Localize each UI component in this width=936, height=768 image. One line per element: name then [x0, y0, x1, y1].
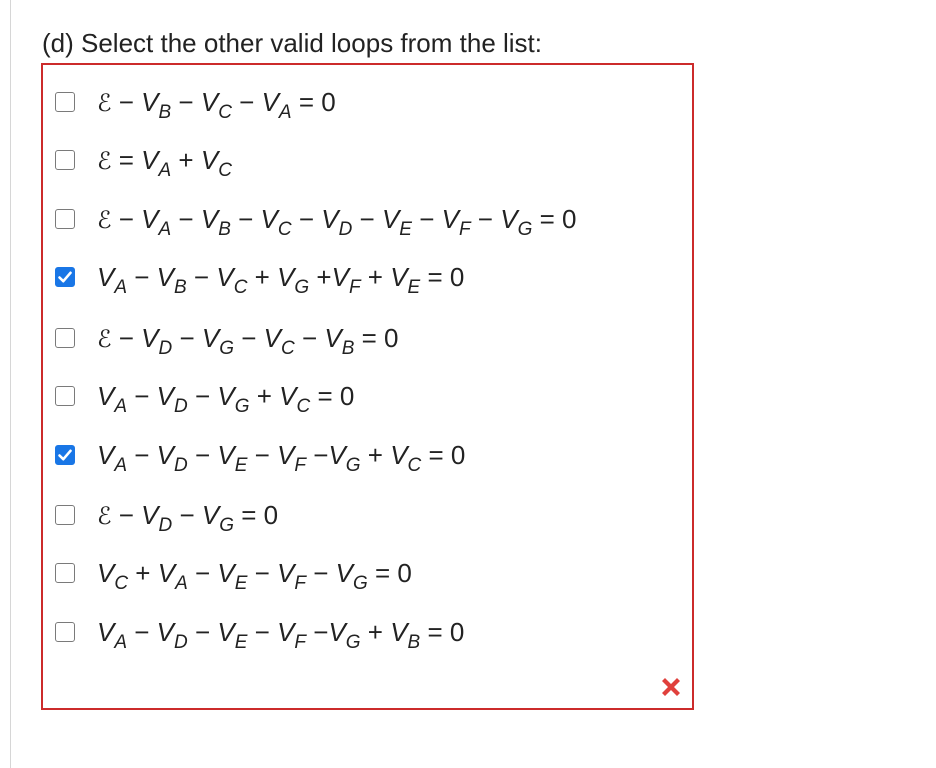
question-label: (d) Select the other valid loops from th…	[42, 28, 543, 58]
option-formula: ℰ − VB − VC − VA = 0	[97, 86, 336, 123]
checkbox-unchecked[interactable]	[55, 150, 75, 170]
option-row-9[interactable]: VC + VA − VE − VF − VG = 0	[55, 553, 412, 593]
checkmark-icon	[58, 271, 72, 283]
option-formula: ℰ = VA + VC	[97, 144, 232, 181]
checkbox-checked[interactable]	[55, 267, 75, 287]
incorrect-x-icon	[662, 678, 680, 696]
option-row-2[interactable]: ℰ = VA + VC	[55, 140, 232, 180]
option-row-1[interactable]: ℰ − VB − VC − VA = 0	[55, 82, 336, 122]
checkbox-unchecked[interactable]	[55, 505, 75, 525]
option-formula: ℰ − VD − VG = 0	[97, 499, 279, 536]
option-row-3[interactable]: ℰ − VA − VB − VC − VD − VE − VF − VG = 0	[55, 199, 576, 239]
checkbox-unchecked[interactable]	[55, 622, 75, 642]
option-formula: VA − VD − VE − VF −VG + VB = 0	[97, 617, 465, 653]
option-formula: VA − VB − VC + VG +VF + VE = 0	[97, 262, 465, 298]
checkbox-unchecked[interactable]	[55, 386, 75, 406]
option-formula: VC + VA − VE − VF − VG = 0	[97, 558, 412, 594]
option-row-10[interactable]: VA − VD − VE − VF −VG + VB = 0	[55, 612, 464, 652]
option-row-8[interactable]: ℰ − VD − VG = 0	[55, 495, 278, 535]
checkbox-unchecked[interactable]	[55, 328, 75, 348]
option-row-6[interactable]: VA − VD − VG + VC = 0	[55, 376, 354, 416]
left-border-rule	[10, 0, 11, 768]
checkbox-unchecked[interactable]	[55, 209, 75, 229]
option-row-5[interactable]: ℰ − VD − VG − VC − VB = 0	[55, 318, 399, 358]
option-formula: VA − VD − VG + VC = 0	[97, 381, 355, 417]
option-row-7[interactable]: VA − VD − VE − VF −VG + VC = 0	[55, 435, 465, 475]
option-row-4[interactable]: VA − VB − VC + VG +VF + VE = 0	[55, 257, 464, 297]
option-formula: VA − VD − VE − VF −VG + VC = 0	[97, 440, 466, 476]
option-formula: ℰ − VA − VB − VC − VD − VE − VF − VG = 0	[97, 203, 577, 240]
checkmark-icon	[58, 449, 72, 461]
checkbox-unchecked[interactable]	[55, 563, 75, 583]
option-formula: ℰ − VD − VG − VC − VB = 0	[97, 322, 399, 359]
checkbox-checked[interactable]	[55, 445, 75, 465]
checkbox-unchecked[interactable]	[55, 92, 75, 112]
